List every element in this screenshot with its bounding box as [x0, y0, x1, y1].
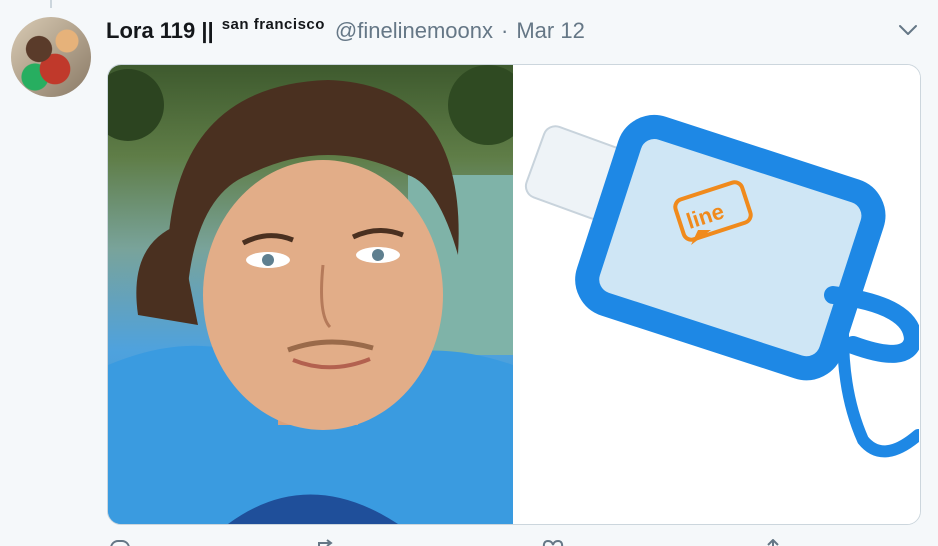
display-name[interactable]: Lora 119 ||: [106, 18, 214, 44]
portrait-photo[interactable]: [108, 65, 513, 524]
thread-connector-line: [50, 0, 52, 8]
tweet-media[interactable]: line: [107, 64, 921, 525]
chevron-down-icon[interactable]: [896, 18, 920, 42]
like-icon[interactable]: [542, 536, 564, 546]
avatar[interactable]: [11, 17, 91, 97]
separator-dot: ·: [501, 18, 509, 43]
reply-icon[interactable]: [110, 536, 132, 546]
share-icon[interactable]: [762, 536, 784, 546]
name-location-tag: san francisco: [221, 15, 325, 33]
retweet-icon[interactable]: [317, 536, 339, 546]
tweet-action-bar: [107, 536, 919, 546]
hand-sanitizer-photo[interactable]: line: [513, 65, 920, 524]
tweet-date[interactable]: Mar 12: [516, 18, 584, 44]
tweet-header: Lora 119 || san francisco @finelinemoonx…: [106, 14, 585, 48]
user-handle[interactable]: @finelinemoonx: [335, 18, 493, 44]
